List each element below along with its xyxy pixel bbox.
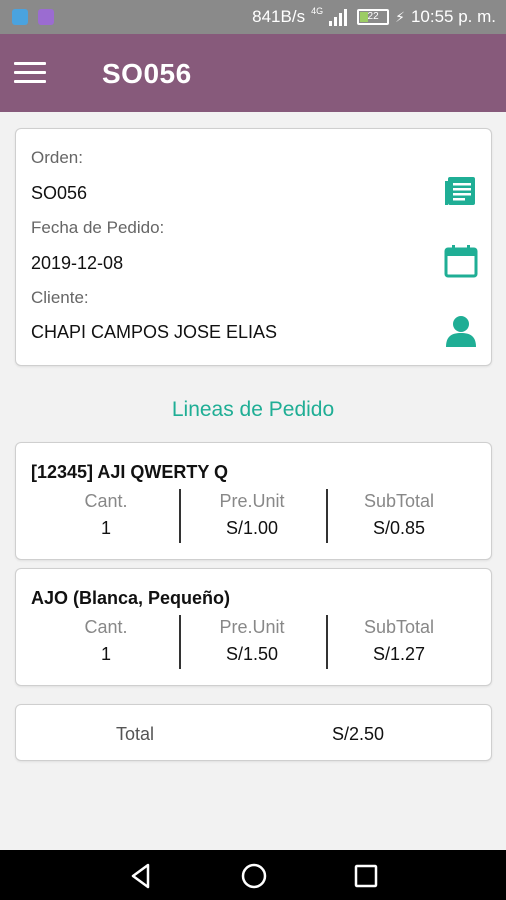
unit-price-value: S/1.00 (225, 518, 279, 538)
network-type: 4G (311, 6, 324, 16)
total-label: Total (116, 724, 155, 744)
battery-level: 22 (367, 11, 379, 22)
subtotal-column: SubTotal S/0.85 (326, 491, 472, 539)
battery-icon: 22 (357, 9, 390, 25)
home-icon[interactable] (240, 862, 268, 890)
order-label: Orden: (31, 148, 83, 167)
app-bar: SO056 (0, 34, 506, 112)
signal-icon (329, 8, 351, 26)
unit-price-column: Pre.Unit S/1.50 (179, 617, 325, 665)
order-info-card: Orden: SO056 Fecha de Pedido: 2019-12-08… (15, 128, 492, 366)
unit-price-column: Pre.Unit S/1.00 (179, 491, 325, 539)
notification-icons (12, 9, 54, 25)
order-line-card[interactable]: [12345] AJI QWERTY Q Cant. 1 Pre.Unit S/… (15, 442, 492, 560)
quantity-column: Cant. 1 (33, 617, 179, 665)
product-name: [12345] AJI QWERTY Q (31, 462, 229, 482)
client-label: Cliente: (31, 288, 89, 307)
quantity-value: 1 (100, 518, 111, 538)
person-icon[interactable] (444, 314, 478, 348)
recents-icon[interactable] (352, 862, 380, 890)
unit-price-label: Pre.Unit (219, 491, 285, 511)
subtotal-label: SubTotal (363, 617, 435, 637)
date-value: 2019-12-08 (31, 253, 124, 273)
document-list-icon[interactable] (444, 174, 478, 208)
quantity-value: 1 (100, 644, 111, 664)
unit-price-value: S/1.50 (225, 644, 279, 664)
subtotal-column: SubTotal S/1.27 (326, 617, 472, 665)
hamburger-menu-icon[interactable] (14, 62, 46, 84)
network-speed: 841B/s (252, 7, 306, 26)
order-value: SO056 (31, 183, 88, 203)
status-bar: 841B/s 4G 22 ⚡ 10:55 p. m. (0, 0, 506, 34)
app-notification-icon (12, 9, 28, 25)
order-line-card[interactable]: AJO (Blanca, Pequeño) Cant. 1 Pre.Unit S… (15, 568, 492, 686)
quantity-label: Cant. (84, 617, 128, 637)
product-name: AJO (Blanca, Pequeño) (31, 588, 231, 608)
calendar-icon[interactable] (444, 244, 478, 278)
order-lines-title: Lineas de Pedido (171, 398, 335, 421)
charging-icon: ⚡ (395, 8, 405, 25)
subtotal-value: S/0.85 (372, 518, 426, 538)
total-value: S/2.50 (332, 724, 385, 744)
total-card: Total S/2.50 (15, 704, 492, 761)
unit-price-label: Pre.Unit (219, 617, 285, 637)
quantity-label: Cant. (84, 491, 128, 511)
clock: 10:55 p. m. (410, 7, 496, 26)
subtotal-label: SubTotal (363, 491, 435, 511)
client-value: CHAPI CAMPOS JOSE ELIAS (31, 322, 278, 342)
app-notification-icon (38, 9, 54, 25)
page-title: SO056 (102, 58, 192, 89)
system-nav-bar (0, 850, 506, 900)
back-icon[interactable] (127, 862, 155, 890)
quantity-column: Cant. 1 (33, 491, 179, 539)
subtotal-value: S/1.27 (372, 644, 426, 664)
date-label: Fecha de Pedido: (31, 218, 165, 237)
